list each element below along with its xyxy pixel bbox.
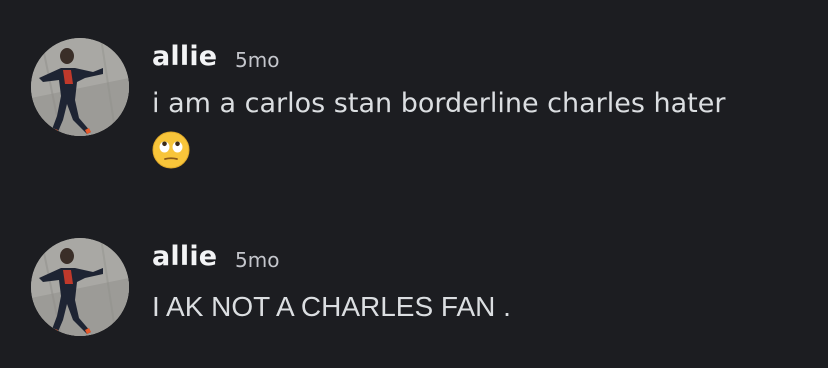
message-timestamp: 5mo	[235, 248, 280, 272]
avatar-photo	[31, 238, 129, 336]
face-with-rolling-eyes-icon	[151, 130, 191, 170]
message-text: i am a carlos stan borderline charles ha…	[152, 88, 726, 119]
message-text: I AK NOT A CHARLES FAN .	[152, 291, 511, 322]
message-feed: allie 5mo i am a carlos stan borderline …	[0, 0, 828, 368]
avatar[interactable]	[31, 38, 129, 136]
message-timestamp: 5mo	[235, 48, 280, 72]
username[interactable]: allie	[152, 40, 217, 74]
avatar-photo	[31, 38, 129, 136]
avatar[interactable]	[31, 238, 129, 336]
username[interactable]: allie	[152, 240, 217, 274]
